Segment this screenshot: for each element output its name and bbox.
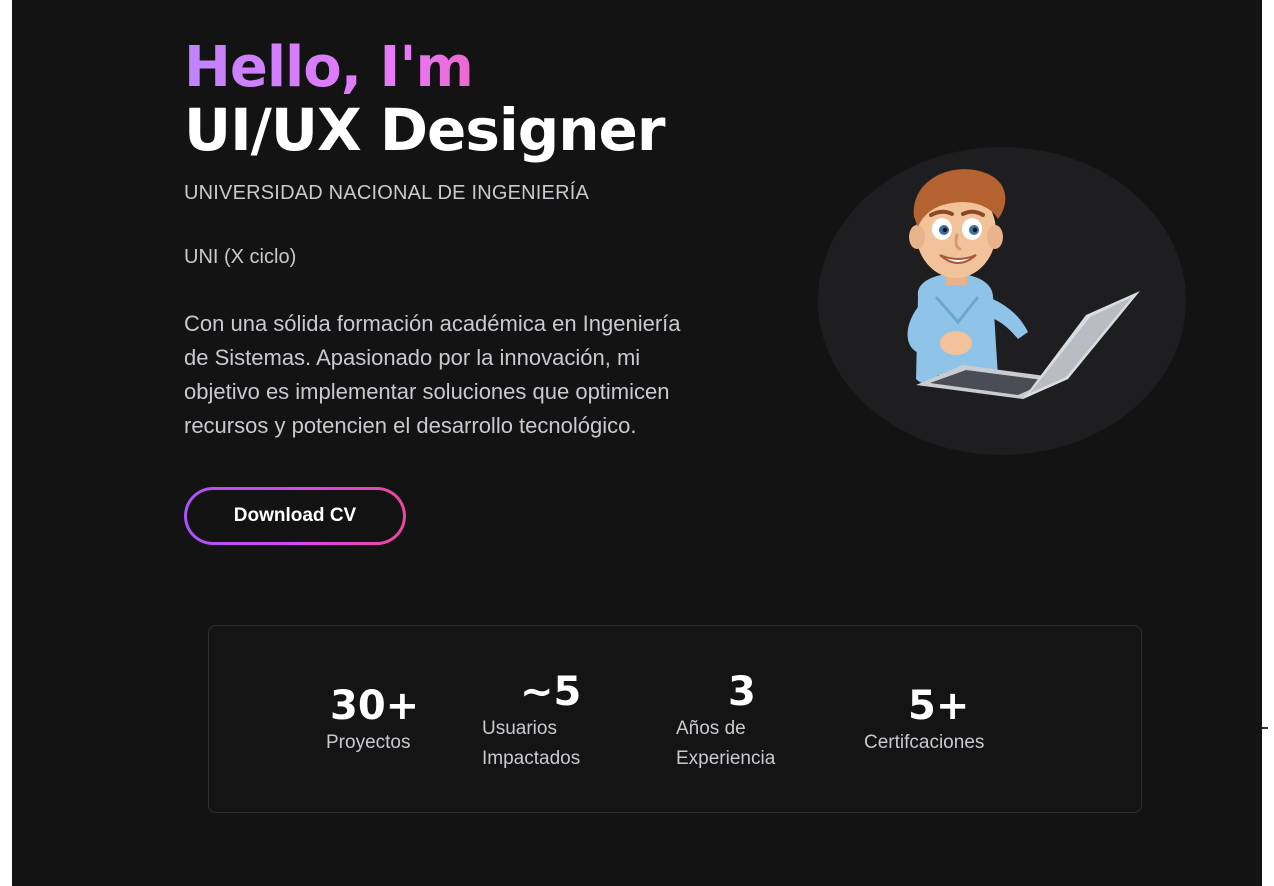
bio-line: Con una sólida formación académica en In… [184, 311, 681, 336]
stat-value: 3 [728, 669, 756, 715]
stat-label: Experiencia [676, 748, 776, 769]
greeting-text: Hello, I'm [184, 36, 665, 100]
bio-line: recursos y potencien el desarrollo tecno… [184, 413, 637, 438]
hero-title: Hello, I'm UI/UX Designer [184, 36, 666, 164]
download-cv-button[interactable]: Download CV [184, 487, 406, 545]
developer-avatar-icon [907, 169, 1140, 399]
stats-card: 30+ Proyectos ~5 Usuarios Impactados 3 A… [208, 625, 1142, 813]
stat-users: ~5 Usuarios Impactados [482, 670, 632, 774]
stat-value: 30+ [330, 683, 420, 729]
stat-certifications: 5+ Certifcaciones [864, 684, 1044, 758]
bio-line: de Sistemas. Apasionado por la innovació… [184, 345, 641, 370]
stat-years: 3 Años de Experiencia [676, 670, 826, 774]
stat-value: ~5 [520, 669, 582, 715]
stat-label: Certifcaciones [864, 732, 985, 753]
stat-label: Proyectos [326, 732, 411, 753]
avatar-circle [818, 147, 1186, 455]
stat-label: Años de [676, 718, 746, 739]
role-title: UI/UX Designer [184, 96, 666, 164]
scroll-edge-marker [1262, 727, 1268, 729]
hero-section: Hello, I'm UI/UX Designer UNIVERSIDAD NA… [12, 0, 1262, 886]
download-cv-label: Download CV [187, 490, 403, 542]
stat-projects: 30+ Proyectos [326, 684, 446, 758]
bio-line: objetivo es implementar soluciones que o… [184, 379, 670, 404]
university-cycle: UNI (X ciclo) [184, 246, 297, 268]
stat-label: Impactados [482, 748, 581, 769]
stat-label: Usuarios [482, 718, 557, 739]
stat-value: 5+ [908, 683, 970, 729]
bio-paragraph: Con una sólida formación académica en In… [184, 307, 834, 443]
university-name: UNIVERSIDAD NACIONAL DE INGENIERÍA [184, 182, 590, 204]
